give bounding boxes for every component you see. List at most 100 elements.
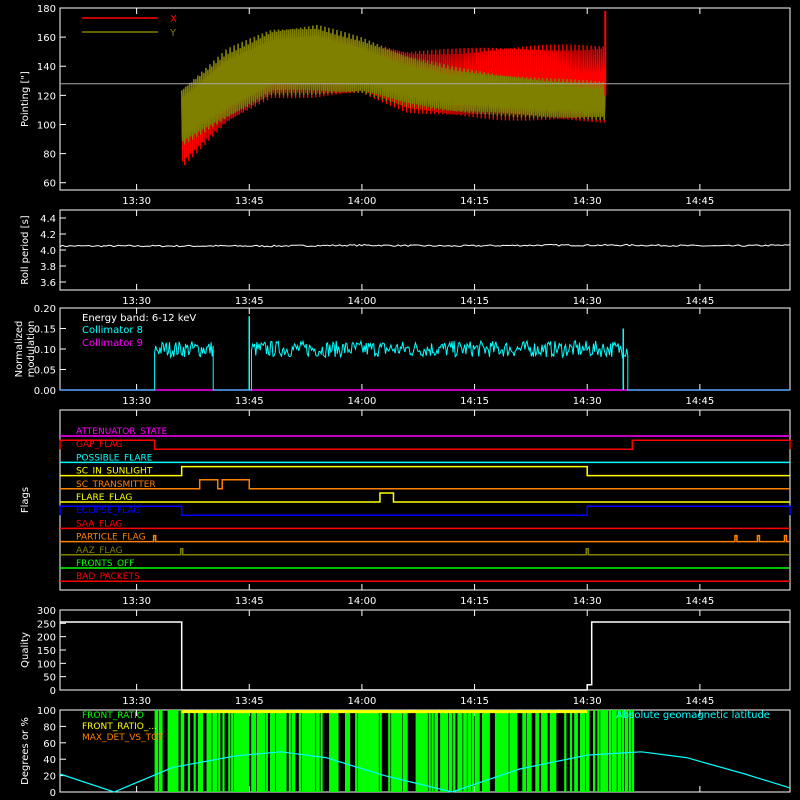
y-tick-label: 300 <box>37 606 56 617</box>
front-ratio-bar <box>246 710 250 792</box>
flag-label-flare-flag: FLARE_FLAG <box>76 493 132 503</box>
flag-label-saa-flag: SAA_FLAG <box>76 519 122 529</box>
x-tick-label: 14:30 <box>573 196 602 207</box>
front-ratio-bar <box>460 710 463 792</box>
x-tick-label: 14:15 <box>460 196 489 207</box>
y-tick-label: 0.15 <box>34 325 56 336</box>
panel-flags: 13:30 13:45 14:00 14:15 14:30 14:45 Flags ATTEN… <box>20 409 791 607</box>
y-axis-label: Flags <box>20 487 31 513</box>
chart-figure: 13:30 13:45 14:00 14:15 14:30 14:45 60 80 100 120… <box>0 0 800 800</box>
legend-label-latitude: Absolute geomagnetic latitude <box>616 710 770 721</box>
flag-line-aaz-flag <box>60 548 790 556</box>
flag-line-gap-flag <box>59 439 791 450</box>
y-tick-label: 0.10 <box>34 345 56 356</box>
x-tick-label: 14:15 <box>460 296 489 307</box>
front-ratio-bar <box>477 710 480 792</box>
front-ratio-bar <box>176 710 179 792</box>
x-tick-label: 13:45 <box>235 696 264 707</box>
front-ratio-bar <box>445 710 449 792</box>
y-tick-label: 200 <box>37 633 56 644</box>
flag-label-sc-transmitter: SC_TRANSMITTER <box>76 480 156 490</box>
x-tick-label: 14:15 <box>460 396 489 407</box>
front-ratio-bar <box>536 710 539 792</box>
x-tick-label: 14:30 <box>573 596 602 607</box>
front-ratio-bar <box>515 710 518 792</box>
collimator-8-line <box>60 339 790 391</box>
front-ratio-bar <box>160 710 163 792</box>
x-tick-label: 14:00 <box>347 396 376 407</box>
y-tick-label: 120 <box>37 91 56 102</box>
front-ratio-bar <box>569 710 573 792</box>
roll-period-line <box>59 243 791 248</box>
front-ratio-bar <box>564 710 567 792</box>
panel-roll_period: 13:30 13:45 14:00 14:15 14:30 14:45 3.6 3.8 4.0 4… <box>20 209 791 307</box>
y-tick-label: 80 <box>43 722 56 733</box>
front-ratio-bar <box>228 710 231 792</box>
legend-label-1: FRONT_RATIO_... <box>82 722 157 732</box>
front-ratio-bar <box>336 710 339 792</box>
y-tick-label: 60 <box>43 179 56 190</box>
front-ratio-bar <box>626 710 629 792</box>
front-ratio-bar <box>288 710 291 792</box>
y-tick-label: 0 <box>50 788 56 799</box>
chart-canvas: 13:30 13:45 14:00 14:15 14:30 14:45 60 80 100 120… <box>14 4 791 799</box>
x-tick-label: 14:30 <box>573 396 602 407</box>
front-ratio-bar <box>597 710 600 792</box>
y-tick-label: 4.4 <box>40 214 56 225</box>
legend-label-0: FRONT_RATIO <box>82 711 144 721</box>
front-ratio-bar <box>506 710 509 792</box>
front-ratio-bar <box>187 710 190 792</box>
legend-label-y: Y <box>169 28 177 39</box>
front-ratio-bar <box>284 710 287 792</box>
front-ratio-bar <box>554 710 557 792</box>
front-ratio-bar <box>425 710 428 792</box>
front-ratio-bar <box>218 710 221 792</box>
front-ratio-bar <box>388 710 391 792</box>
x-tick-label: 14:45 <box>685 196 714 207</box>
front-ratio-bar <box>631 710 635 792</box>
y-tick-label: 4.2 <box>40 230 56 241</box>
legend-label-2: MAX_DET_VS_TOT <box>82 733 164 743</box>
x-tick-label: 13:45 <box>235 596 264 607</box>
flag-label-aaz-flag: AAZ_FLAG <box>76 546 123 556</box>
panel-pointing: 13:30 13:45 14:00 14:15 14:30 14:45 60 80 100 120… <box>20 4 791 207</box>
front-ratio-bar <box>313 710 316 792</box>
x-tick-label: 14:30 <box>573 296 602 307</box>
flag-label-sc-in-sunlight: SC_IN_SUNLIGHT <box>76 467 153 477</box>
front-ratio-bar <box>347 710 351 792</box>
y-tick-label: 50 <box>43 673 56 684</box>
front-ratio-bar <box>298 710 301 792</box>
panel-degrees: 0 20 40 60 80 100 Degrees or % FRONT_RATIOFRONT… <box>20 706 791 799</box>
x-tick-label: 14:45 <box>685 596 714 607</box>
front-ratio-bar <box>593 710 596 792</box>
front-ratio-bar <box>471 710 475 792</box>
y-tick-label: 80 <box>43 150 56 161</box>
y-tick-label: 160 <box>37 33 56 44</box>
panel-quality: 13:30 13:45 14:00 14:15 14:30 14:45 0 50 100 150 2… <box>20 606 791 707</box>
front-ratio-bar <box>629 710 632 792</box>
y-tick-label: 250 <box>37 619 56 630</box>
front-ratio-bar <box>606 710 609 792</box>
front-ratio-bar <box>376 710 379 792</box>
x-tick-label: 14:45 <box>685 296 714 307</box>
front-ratio-bar <box>293 710 296 792</box>
front-ratio-bar <box>621 710 624 792</box>
y-tick-label: 3.8 <box>40 262 56 273</box>
y-axis-label: Roll period [s] <box>20 215 31 284</box>
x-tick-label: 14:45 <box>685 696 714 707</box>
front-ratio-bar <box>272 710 276 792</box>
x-tick-label: 14:45 <box>685 396 714 407</box>
x-tick-label: 13:30 <box>122 196 151 207</box>
y-tick-label: 0.20 <box>34 304 56 315</box>
y-tick-label: 140 <box>37 62 56 73</box>
x-tick-label: 14:15 <box>460 596 489 607</box>
y-tick-label: 0.05 <box>34 366 56 377</box>
y-tick-label: 3.6 <box>40 278 56 289</box>
y-tick-label: 0 <box>50 686 56 697</box>
y-axis-label: Normalized <box>14 321 25 378</box>
y-axis-label: Quality <box>20 632 31 668</box>
x-tick-label: 13:45 <box>235 396 264 407</box>
x-tick-label: 13:30 <box>122 396 151 407</box>
y-tick-label: 100 <box>37 120 56 131</box>
x-tick-label: 14:00 <box>347 596 376 607</box>
